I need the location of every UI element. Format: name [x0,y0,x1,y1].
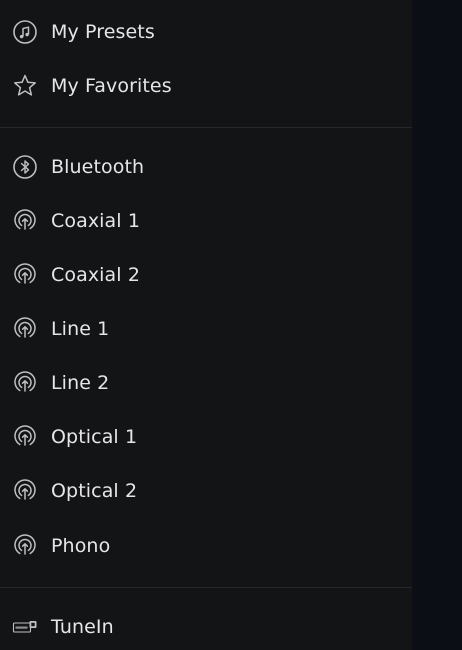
menu-item-label: My Presets [51,21,155,43]
menu-item-bluetooth[interactable]: Bluetooth [0,140,412,194]
menu-item-optical-1[interactable]: Optical 1 [0,410,412,464]
navigation-drawer: My Presets My Favorites Bluetooth Coaxia… [0,0,412,650]
content-dim-overlay[interactable] [412,0,462,650]
section-divider [0,587,412,588]
tunein-icon [12,614,38,640]
menu-item-label: My Favorites [51,75,172,97]
input-source-icon [12,262,38,288]
menu-item-line-2[interactable]: Line 2 [0,356,412,410]
menu-item-coaxial-2[interactable]: Coaxial 2 [0,248,412,302]
menu-item-phono[interactable]: Phono [0,519,412,573]
input-source-icon [12,370,38,396]
menu-item-label: Bluetooth [51,156,145,178]
bluetooth-icon [12,154,38,180]
menu-item-coaxial-1[interactable]: Coaxial 1 [0,194,412,248]
section-divider [0,127,412,128]
menu-item-label: TuneIn [51,616,114,638]
menu-item-label: Coaxial 1 [51,210,141,232]
menu-item-label: Optical 1 [51,426,138,448]
menu-item-my-presets[interactable]: My Presets [0,5,412,59]
menu-item-tunein[interactable]: TuneIn [0,600,412,650]
menu-item-label: Line 2 [51,372,110,394]
menu-item-label: Coaxial 2 [51,264,141,286]
menu-item-line-1[interactable]: Line 1 [0,302,412,356]
input-source-icon [12,478,38,504]
input-source-icon [12,316,38,342]
star-icon [12,73,38,99]
menu-item-optical-2[interactable]: Optical 2 [0,464,412,518]
menu-item-label: Phono [51,535,111,557]
input-source-icon [12,533,38,559]
music-note-icon [12,19,38,45]
menu-item-label: Optical 2 [51,480,138,502]
input-source-icon [12,424,38,450]
input-source-icon [12,208,38,234]
menu-item-my-favorites[interactable]: My Favorites [0,59,412,113]
menu-item-label: Line 1 [51,318,110,340]
